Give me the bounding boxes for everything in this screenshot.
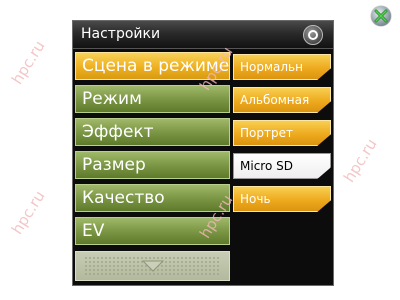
scroll-down-button[interactable] bbox=[75, 251, 230, 281]
menu-option-effect[interactable]: Эффект bbox=[75, 118, 230, 146]
submenu-item-micro-sd[interactable]: Micro SD bbox=[233, 153, 331, 179]
close-x-icon bbox=[374, 9, 388, 23]
menu-option-mode[interactable]: Режим bbox=[75, 85, 230, 113]
menu-option-size[interactable]: Размер bbox=[75, 151, 230, 179]
watermark: hpc.ru bbox=[8, 37, 49, 88]
submenu-item-landscape[interactable]: Альбомная bbox=[233, 87, 331, 113]
watermark: hpc.ru bbox=[340, 135, 381, 186]
scroll-down-arrow-icon bbox=[141, 260, 164, 272]
settings-menu: Настройки Сцена в режиме Режим Эффект Ра… bbox=[72, 20, 334, 286]
menu-title: Настройки bbox=[81, 26, 161, 42]
title-bar: Настройки bbox=[73, 21, 333, 49]
submenu-item-portrait[interactable]: Портрет bbox=[233, 120, 331, 146]
menu-option-scene-mode[interactable]: Сцена в режиме bbox=[75, 52, 230, 80]
ok-button[interactable] bbox=[303, 25, 323, 45]
menu-option-quality[interactable]: Качество bbox=[75, 184, 230, 212]
submenu-item-night[interactable]: Ночь bbox=[233, 186, 331, 212]
watermark: hpc.ru bbox=[8, 187, 49, 238]
submenu-item-normal[interactable]: Нормальн bbox=[233, 54, 331, 80]
close-button[interactable] bbox=[371, 6, 391, 26]
menu-option-ev[interactable]: EV bbox=[75, 217, 230, 245]
ok-circle-icon bbox=[308, 30, 318, 40]
